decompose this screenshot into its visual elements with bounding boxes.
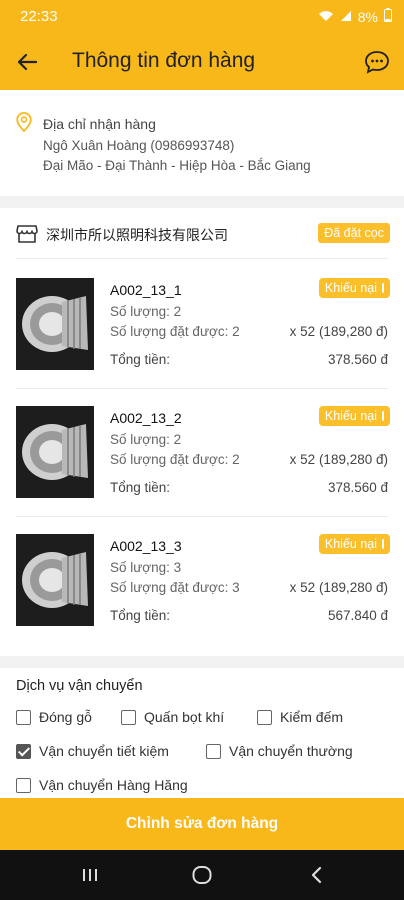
back-button[interactable] — [10, 46, 44, 78]
complain-button[interactable]: Khiếu nại — [318, 406, 390, 426]
checkbox-icon[interactable] — [16, 777, 31, 793]
item-sku: A002_13_3 — [110, 538, 182, 554]
app-header: Thông tin đơn hàng — [0, 34, 404, 90]
item-quantity: Số lượng: 3 — [110, 560, 182, 575]
option-wood-packing[interactable]: Đóng gỗ — [16, 709, 92, 725]
shop-icon — [16, 224, 38, 249]
complain-label: Khiếu nại — [324, 409, 377, 423]
status-bar: 22:33 8% — [0, 0, 404, 34]
product-image[interactable] — [16, 534, 94, 626]
home-icon — [192, 866, 212, 884]
exclamation-icon — [382, 411, 384, 421]
back-arrow-icon — [17, 53, 37, 71]
item-achieved-quantity: Số lượng đặt được: 2 — [110, 452, 240, 467]
option-bubble-wrap[interactable]: Quấn bọt khí — [121, 709, 224, 725]
recipient-name-phone: Ngô Xuân Hoàng (0986993748) — [43, 138, 235, 153]
home-button[interactable] — [190, 864, 214, 886]
option-standard-shipping[interactable]: Vận chuyển thường — [206, 743, 353, 759]
signal-icon — [340, 9, 352, 25]
exclamation-icon — [382, 283, 384, 293]
order-item: A002_13_2 Khiếu nại Số lượng: 2 Số lượng… — [0, 388, 404, 516]
option-label: Vận chuyển Hàng Hăng — [39, 777, 188, 793]
exclamation-icon — [382, 539, 384, 549]
nav-back-icon — [311, 866, 322, 884]
location-pin-icon — [16, 112, 32, 137]
item-total-label: Tổng tiền: — [110, 480, 171, 495]
order-card: 深圳市所以照明科技有限公司 Đã đặt cọc A002_13_1 Khiếu… — [0, 208, 404, 656]
item-total-value: 378.560 đ — [327, 352, 388, 367]
order-item: A002_13_1 Khiếu nại Số lượng: 2 Số lượng… — [0, 260, 404, 388]
shop-name: 深圳市所以照明科技有限公司 — [46, 227, 228, 243]
complain-label: Khiếu nại — [324, 281, 377, 295]
product-image[interactable] — [16, 278, 94, 370]
option-label: Quấn bọt khí — [144, 709, 225, 725]
item-total-label: Tổng tiền: — [110, 352, 171, 367]
item-total-value: 378.560 đ — [327, 480, 388, 495]
shipping-services: Dịch vụ vận chuyển Đóng gỗ Quấn bọt khí … — [0, 668, 404, 798]
item-unit-price: x 52 (189,280 đ) — [289, 580, 388, 595]
item-total-label: Tổng tiền: — [110, 608, 171, 623]
checkbox-icon[interactable] — [121, 709, 136, 725]
option-label: Kiểm đếm — [280, 709, 344, 725]
divider — [16, 258, 388, 259]
status-icons: 8% — [318, 8, 392, 25]
item-unit-price: x 52 (189,280 đ) — [289, 452, 388, 467]
system-nav-bar — [0, 850, 404, 900]
item-achieved-quantity: Số lượng đặt được: 3 — [110, 580, 240, 595]
status-time: 22:33 — [20, 8, 58, 25]
option-label: Đóng gỗ — [39, 709, 92, 725]
edit-order-button[interactable]: Chỉnh sửa đơn hàng — [0, 798, 404, 850]
item-quantity: Số lượng: 2 — [110, 304, 182, 319]
option-economy-shipping[interactable]: Vận chuyển tiết kiệm — [16, 743, 169, 759]
system-back-button[interactable] — [304, 864, 328, 886]
shipping-title: Dịch vụ vận chuyển — [16, 678, 143, 694]
checkbox-icon[interactable] — [257, 709, 272, 725]
page-title: Thông tin đơn hàng — [72, 49, 256, 72]
item-total-value: 567.840 đ — [327, 608, 388, 623]
product-image[interactable] — [16, 406, 94, 498]
option-label: Vận chuyển tiết kiệm — [39, 743, 169, 759]
checkbox-checked-icon[interactable] — [16, 743, 31, 759]
order-status-badge: Đã đặt cọc — [318, 223, 390, 243]
item-quantity: Số lượng: 2 — [110, 432, 182, 447]
item-sku: A002_13_1 — [110, 282, 182, 298]
complain-label: Khiếu nại — [324, 537, 377, 551]
option-counting[interactable]: Kiểm đếm — [257, 709, 343, 725]
recipient-location: Đại Mão - Đại Thành - Hiệp Hòa - Bắc Gia… — [43, 158, 311, 173]
recent-apps-button[interactable] — [78, 864, 102, 886]
checkbox-icon[interactable] — [16, 709, 31, 725]
address-card: Địa chỉ nhận hàng Ngô Xuân Hoàng (098699… — [0, 90, 404, 196]
option-label: Vận chuyển thường — [229, 743, 353, 759]
checkbox-icon[interactable] — [206, 743, 221, 759]
complain-button[interactable]: Khiếu nại — [318, 278, 390, 298]
item-achieved-quantity: Số lượng đặt được: 2 — [110, 324, 240, 339]
recent-apps-icon — [83, 869, 97, 881]
option-express-shipping[interactable]: Vận chuyển Hàng Hăng — [16, 777, 188, 793]
chat-bubble-icon — [365, 51, 389, 74]
order-item: A002_13_3 Khiếu nại Số lượng: 3 Số lượng… — [0, 516, 404, 644]
item-unit-price: x 52 (189,280 đ) — [289, 324, 388, 339]
wifi-icon — [318, 9, 334, 25]
battery-percent: 8% — [357, 8, 378, 25]
address-label: Địa chỉ nhận hàng — [43, 116, 156, 132]
battery-icon — [384, 8, 392, 25]
chat-button[interactable] — [360, 46, 394, 78]
item-sku: A002_13_2 — [110, 410, 182, 426]
complain-button[interactable]: Khiếu nại — [318, 534, 390, 554]
